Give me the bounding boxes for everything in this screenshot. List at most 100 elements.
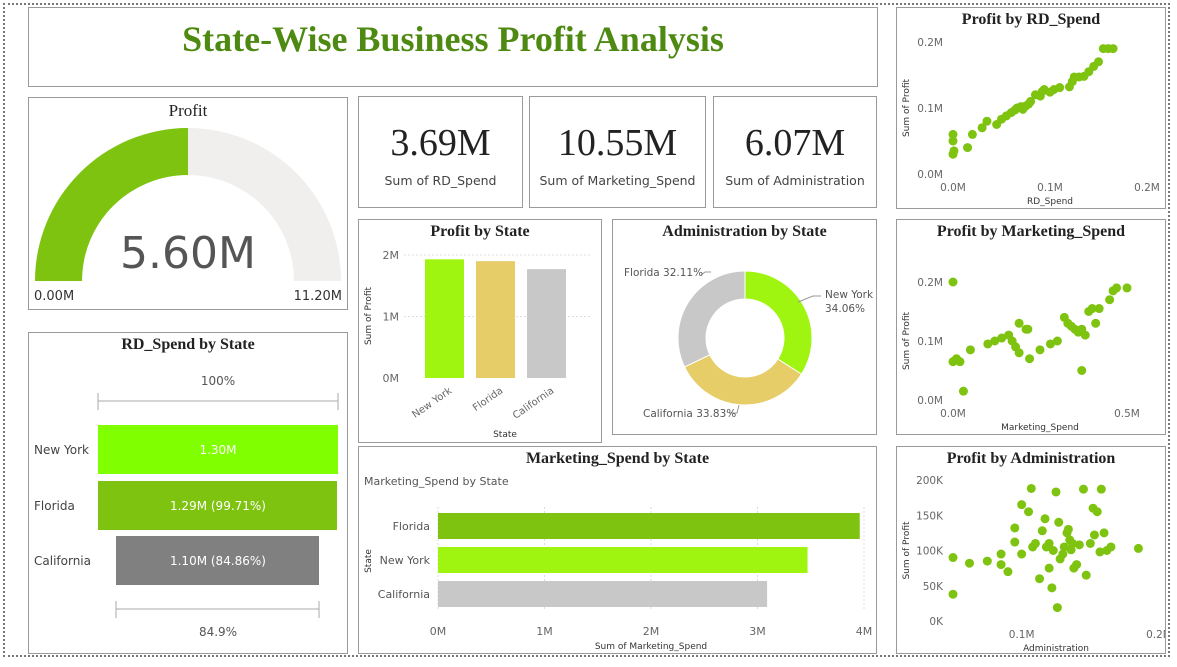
slice-label: California 33.83% [643,408,736,420]
admin-by-state-card[interactable]: Administration by State New York 34.06% Ca… [612,219,877,435]
funnel-bar-value-label: 1.29M (99.71%) [170,499,266,513]
scatter-point[interactable] [996,560,1006,570]
scatter-point[interactable] [1030,538,1040,548]
bar[interactable] [425,259,464,378]
scatter-point[interactable] [1051,487,1061,497]
x-axis-label: Sum of Marketing_Spend [595,642,707,652]
pie-slice[interactable] [683,354,803,406]
bar[interactable] [527,269,566,378]
scatter-point[interactable] [948,589,958,599]
funnel-bar-value-label: 1.30M [199,443,236,457]
y-axis-label: Sum of Profit [364,287,374,346]
scatter-point[interactable] [1074,540,1084,550]
scatter-point[interactable] [955,357,965,367]
scatter-point[interactable] [1052,336,1062,346]
scatter-point[interactable] [1072,560,1082,570]
x-tick-label: 0.0M [940,182,966,194]
scatter-point[interactable] [948,553,958,563]
marketing-by-state-card[interactable]: Marketing_Spend by State Marketing_Spend… [358,446,877,654]
scatter-point[interactable] [1108,44,1118,54]
scatter-point[interactable] [1035,345,1045,355]
slice-label: Florida 32.11% [624,267,703,279]
scatter-point[interactable] [1081,570,1091,580]
scatter-point[interactable] [1085,538,1095,548]
bar[interactable] [476,261,515,378]
y-tick-label: 0.0M [917,169,943,181]
scatter-point[interactable] [1035,574,1045,584]
scatter-point[interactable] [982,556,992,566]
bar[interactable] [438,513,860,539]
pie-slice[interactable] [677,270,746,368]
scatter-point[interactable] [1017,500,1027,510]
profit-by-state-card[interactable]: Profit by State 0M 1M 2M New York Florida Cal… [358,219,602,443]
scatter-point[interactable] [1094,304,1104,314]
scatter-point[interactable] [1112,283,1122,293]
dashboard-title: State-Wise Business Profit Analysis [182,19,724,59]
scatter-point[interactable] [1089,530,1099,540]
scatter-point[interactable] [1014,318,1024,328]
kpi-card-administration[interactable]: 6.07M Sum of Administration [713,96,877,208]
scatter-point[interactable] [1096,484,1106,494]
kpi-label: Sum of RD_Spend [384,173,497,188]
scatter-point[interactable] [1040,514,1050,524]
profit-by-rd-card[interactable]: Profit by RD_Spend 0.0M 0.1M 0.2M 0.0M 0.1M 0… [896,7,1166,209]
scatter-point[interactable] [1055,83,1065,93]
scatter-point[interactable] [1026,483,1036,493]
funnel-card[interactable]: RD_Spend by State 100% New York Florida … [28,332,348,654]
scatter-point[interactable] [967,129,977,139]
scatter-point[interactable] [948,129,958,139]
scatter-point[interactable] [1092,507,1102,517]
header-card: State-Wise Business Profit Analysis [28,7,878,87]
scatter-point[interactable] [1052,603,1062,613]
y-axis-label: Sum of Profit [902,312,912,371]
scatter-point[interactable] [949,146,959,156]
scatter-point[interactable] [1078,484,1088,494]
scatter-point[interactable] [1094,57,1103,67]
scatter-point[interactable] [1063,524,1073,534]
scatter-point[interactable] [1003,567,1013,577]
bar[interactable] [438,547,808,573]
scatter-point[interactable] [1010,523,1020,533]
scatter-point[interactable] [963,143,973,153]
profit-by-admin-card[interactable]: Profit by Administration 0K 50K 100K 150K 20… [896,446,1166,654]
bar[interactable] [438,581,768,607]
scatter-point[interactable] [1080,330,1090,340]
kpi-value: 6.07M [744,122,846,164]
scatter-point[interactable] [1077,366,1087,375]
scatter-point[interactable] [1122,283,1132,293]
scatter-point[interactable] [1091,318,1101,328]
scatter-point[interactable] [1024,507,1034,517]
x-tick-label: 4M [856,625,873,638]
marketing-by-state-chart: Marketing_Spend by State 0M 1M 2M 3M 4M Florid… [364,475,873,652]
scatter-point[interactable] [996,549,1006,559]
scatter-point[interactable] [1047,583,1057,593]
scatter-point[interactable] [1010,537,1020,547]
scatter-point[interactable] [1054,517,1064,527]
x-tick-label: 3M [749,625,766,638]
y-tick-label: 0.2M [917,277,943,289]
scatter-point[interactable] [948,277,958,287]
scatter-point[interactable] [1037,526,1047,536]
scatter-point[interactable] [1044,563,1054,573]
scatter-point[interactable] [965,345,975,355]
funnel-state-label: Florida [34,499,75,513]
scatter-point[interactable] [964,558,974,568]
scatter-point[interactable] [1106,542,1116,552]
scatter-point[interactable] [1105,295,1115,305]
y-axis-label: State [364,549,374,573]
scatter-point[interactable] [1099,528,1109,538]
scatter-point[interactable] [1048,546,1058,555]
scatter-point[interactable] [1014,348,1024,358]
scatter-point[interactable] [1023,324,1033,334]
scatter-point[interactable] [1025,354,1035,364]
scatter-point[interactable] [1133,543,1143,553]
scatter-point[interactable] [958,386,968,396]
kpi-card-marketing-spend[interactable]: 10.55M Sum of Marketing_Spend [529,96,706,208]
gauge-card[interactable]: Profit 5.60M 0.00M 11.20M [28,97,348,310]
scatter-point[interactable] [1017,549,1027,559]
kpi-card-rd-spend[interactable]: 3.69M Sum of RD_Spend [358,96,523,208]
profit-by-marketing-card[interactable]: Profit by Marketing_Spend 0.0M 0.1M 0.2M 0.… [896,219,1166,435]
scatter-point[interactable] [982,116,992,126]
gauge-min-label: 0.00M [34,289,74,304]
pie-slice[interactable] [744,270,813,375]
